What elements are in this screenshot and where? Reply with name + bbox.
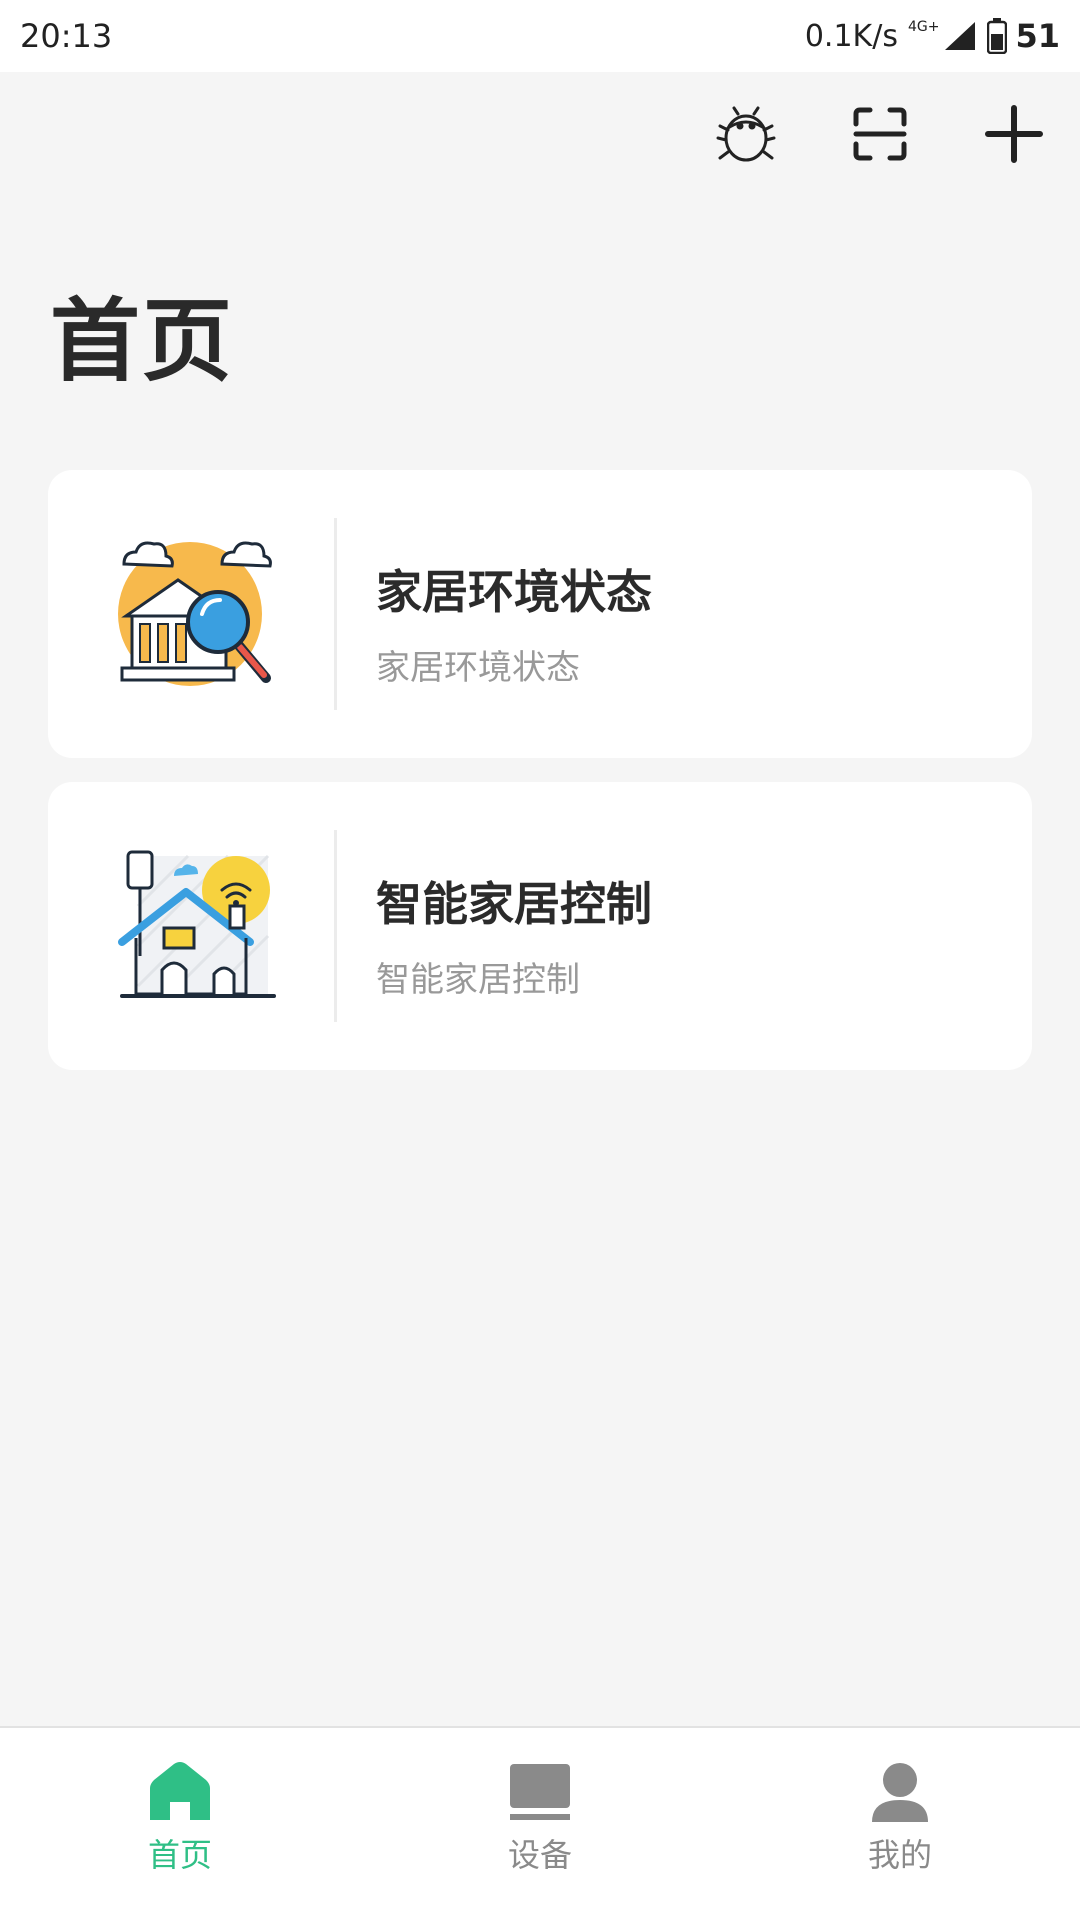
battery-level: 51 [1015,17,1060,55]
card-divider [334,518,337,710]
nav-label-device: 设备 [507,1836,572,1874]
card-smart-home-control[interactable]: 智能家居控制 智能家居控制 [48,782,1032,1070]
battery-icon [987,18,1008,54]
nav-item-device[interactable]: 设备 [360,1728,720,1920]
card-title: 智能家居控制 [376,877,652,931]
top-actions [710,98,1050,170]
scan-icon [853,107,907,161]
nav-label-home: 首页 [147,1836,212,1874]
add-button[interactable] [978,98,1050,170]
network-type: 4G+ [907,19,940,35]
home-icon [150,1762,210,1820]
bottom-navigation: 首页 设备 我的 [0,1726,1080,1920]
signal-group: 4G+ [908,20,978,52]
debug-button[interactable] [710,98,782,170]
scan-button[interactable] [844,98,916,170]
status-bar: 20:13 0.1K/s 4G+ 51 [0,0,1080,72]
card-divider [334,830,337,1022]
house-search-icon [118,541,272,686]
nav-item-mine[interactable]: 我的 [720,1728,1080,1920]
nav-item-home[interactable]: 首页 [0,1728,360,1920]
page-title: 首页 [50,289,234,394]
status-right: 0.1K/s 4G+ 51 [805,17,1060,55]
device-icon [510,1764,570,1820]
add-icon [985,105,1043,163]
user-icon [872,1763,928,1822]
bug-icon [716,106,776,162]
net-speed: 0.1K/s [804,18,898,54]
card-home-environment[interactable]: 家居环境状态 家居环境状态 [48,470,1032,758]
card-subtitle: 家居环境状态 [376,648,580,688]
card-title: 家居环境状态 [376,565,652,619]
nav-label-mine: 我的 [867,1836,932,1874]
status-time: 20:13 [20,17,113,55]
battery-group: 51 [987,17,1060,55]
smart-home-icon [118,850,276,998]
card-subtitle: 智能家居控制 [376,960,580,1000]
signal-icon [945,22,976,50]
